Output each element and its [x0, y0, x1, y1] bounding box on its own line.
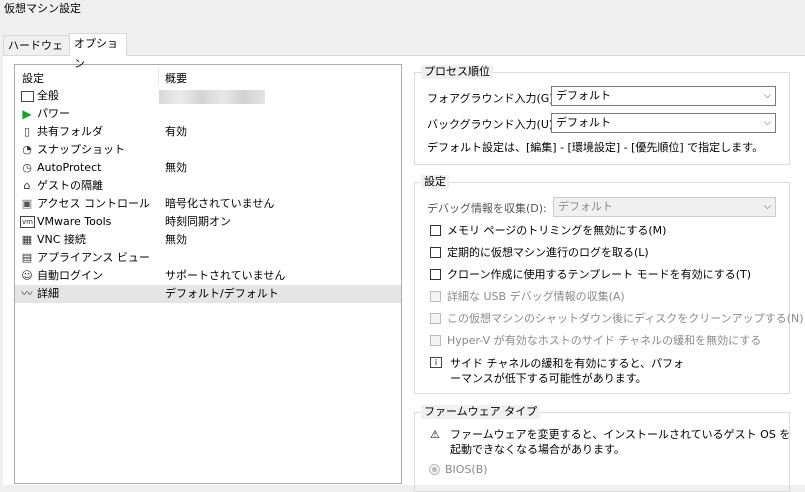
- info-text-line1: サイド チャネルの緩和を有効にすると、パフォ: [450, 357, 685, 370]
- list-item-label: 詳細: [37, 287, 59, 300]
- column-header-summary[interactable]: 概要: [165, 70, 187, 86]
- list-item-label: パワー: [37, 107, 70, 120]
- list-item-label: VMware Tools: [37, 215, 112, 228]
- list-item-vnc[interactable]: ▦ VNC 接続 無効: [15, 231, 401, 249]
- info-icon: i: [430, 357, 442, 368]
- play-icon: ▶: [22, 107, 32, 121]
- group-legend: ファームウェア タイプ: [421, 405, 541, 419]
- vnc-icon: ▦: [21, 233, 33, 246]
- redacted-value: [159, 90, 265, 104]
- checkbox-label: クローン作成に使用するテンプレート モードを有効にする(T): [447, 268, 752, 281]
- chevron-down-icon: ⌵: [764, 91, 771, 101]
- group-legend: 設定: [421, 175, 449, 189]
- list-item-guest-isolation[interactable]: ⌂ ゲストの隔離: [15, 177, 401, 195]
- warning-text-line1: ファームウェアを変更すると、インストールされているゲスト OS を: [450, 428, 791, 441]
- debug-info-select[interactable]: デフォルト ⌵: [553, 197, 776, 217]
- checkbox-box[interactable]: [430, 335, 441, 346]
- chevron-down-icon: ⌵: [764, 118, 771, 128]
- chevron-down-icon: ⌵: [764, 202, 771, 212]
- process-priority-group: プロセス順位 フォアグラウンド入力(G): デフォルト ⌵ バックグラウンド入力…: [414, 65, 790, 165]
- settings-list[interactable]: 設定 概要 全般 ▶ パワー ▯ 共有フォルダ 有効 ◔ スナップショット ◷ …: [14, 64, 402, 484]
- list-item-value: 無効: [165, 233, 187, 246]
- list-item-label: ゲストの隔離: [37, 179, 103, 192]
- list-item-value: 無効: [165, 161, 187, 174]
- select-value: デフォルト: [558, 200, 613, 213]
- vmware-tools-icon: vm: [20, 216, 35, 228]
- checkbox-label: 詳細な USB デバッグ情報の収集(A): [447, 290, 625, 303]
- list-item-label: 自動ログイン: [37, 269, 103, 282]
- checkbox-label: この仮想マシンのシャットダウン後にディスクをクリーンアップする(N): [447, 312, 804, 325]
- advanced-icon: 〰: [21, 287, 33, 300]
- checkbox-box[interactable]: [430, 313, 441, 324]
- list-item-autologin[interactable]: ☺ 自動ログイン サポートされていません: [15, 267, 401, 285]
- background-input-label: バックグラウンド入力(U):: [427, 118, 557, 131]
- list-item-snapshots[interactable]: ◔ スナップショット: [15, 141, 401, 159]
- settings-group: 設定 デバッグ情報を収集(D): デフォルト ⌵ メモリ ページのトリミングを無…: [414, 175, 804, 394]
- list-item-label: 共有フォルダ: [37, 125, 103, 138]
- warning-text-line2: 起動できなくなる場合があります。: [450, 443, 625, 456]
- column-header-settings[interactable]: 設定: [22, 70, 44, 86]
- list-item-shared-folders[interactable]: ▯ 共有フォルダ 有効: [15, 123, 401, 141]
- list-header: 設定 概要: [15, 65, 401, 87]
- checkbox-label: 定期的に仮想マシン進行のログを取る(L): [447, 246, 649, 259]
- radio-label: BIOS(B): [445, 463, 488, 476]
- snapshot-icon: ◔: [22, 143, 32, 156]
- column-divider[interactable]: [158, 67, 159, 85]
- foreground-input-select[interactable]: デフォルト ⌵: [551, 86, 776, 106]
- list-item-label: スナップショット: [37, 143, 125, 156]
- checkbox-box[interactable]: [430, 291, 441, 302]
- select-value: デフォルト: [556, 116, 611, 129]
- list-item-autoprotect[interactable]: ◷ AutoProtect 無効: [15, 159, 401, 177]
- list-item-value: サポートされていません: [165, 269, 286, 282]
- foreground-input-label: フォアグラウンド入力(G):: [427, 92, 558, 105]
- list-item-label: アプライアンス ビュー: [37, 251, 150, 264]
- checkbox-box[interactable]: [430, 269, 441, 280]
- tab-options[interactable]: オプション: [69, 33, 127, 70]
- access-control-icon: ▣: [21, 197, 33, 210]
- background-input-select[interactable]: デフォルト ⌵: [551, 113, 776, 133]
- guest-isolation-icon: ⌂: [23, 179, 31, 192]
- checkbox-label: メモリ ページのトリミングを無効にする(M): [447, 224, 667, 237]
- autologin-icon: ☺: [21, 269, 33, 282]
- list-item-general[interactable]: 全般: [15, 87, 401, 105]
- list-item-vmware-tools[interactable]: vm VMware Tools 時刻同期オン: [15, 213, 401, 231]
- debug-info-label: デバッグ情報を収集(D):: [427, 202, 547, 215]
- priority-note: デフォルト設定は、[編集] - [環境設定] - [優先順位] で指定します。: [427, 141, 764, 154]
- list-item-label: アクセス コントロール: [37, 197, 150, 210]
- select-value: デフォルト: [556, 89, 611, 102]
- shared-folder-icon: ▯: [23, 125, 31, 138]
- list-item-label: VNC 接続: [37, 233, 86, 246]
- list-item-appliance-view[interactable]: ▤ アプライアンス ビュー: [15, 249, 401, 267]
- monitor-icon: [21, 91, 34, 102]
- appliance-view-icon: ▤: [21, 251, 33, 264]
- list-item-label: 全般: [37, 89, 59, 102]
- list-item-value: 暗号化されていません: [165, 197, 275, 210]
- list-item-value: デフォルト/デフォルト: [165, 287, 279, 300]
- warning-icon: ⚠: [430, 428, 440, 441]
- list-item-power[interactable]: ▶ パワー: [15, 105, 401, 123]
- tab-hardware[interactable]: ハードウェア: [3, 35, 70, 72]
- list-item-value: 時刻同期オン: [165, 215, 231, 228]
- checkbox-box[interactable]: [430, 225, 441, 236]
- group-legend: プロセス順位: [421, 65, 493, 79]
- checkbox-label: Hyper-V が有効なホストのサイド チャネルの緩和を無効にする: [447, 334, 762, 347]
- list-item-label: AutoProtect: [37, 161, 102, 174]
- info-text-line2: ーマンスが低下する可能性があります。: [450, 372, 647, 385]
- firmware-type-group: ファームウェア タイプ ⚠ ファームウェアを変更すると、インストールされているゲ…: [414, 405, 791, 492]
- window-title: 仮想マシン設定: [0, 0, 805, 22]
- autoprotect-icon: ◷: [22, 161, 32, 174]
- radio-indicator[interactable]: [429, 464, 440, 475]
- checkbox-box[interactable]: [430, 247, 441, 258]
- list-item-access-control[interactable]: ▣ アクセス コントロール 暗号化されていません: [15, 195, 401, 213]
- list-item-advanced[interactable]: 〰 詳細 デフォルト/デフォルト: [15, 285, 401, 303]
- list-item-value: 有効: [165, 125, 187, 138]
